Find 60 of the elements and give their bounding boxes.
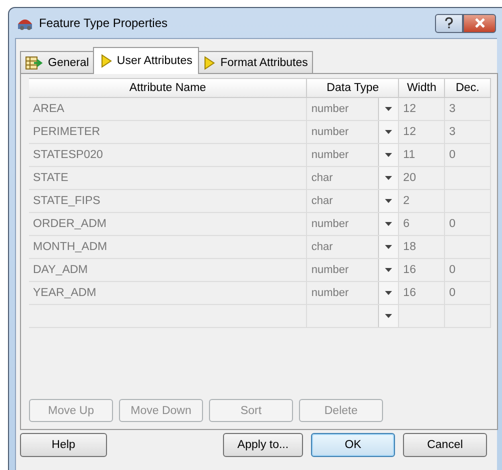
table-cell: 12 xyxy=(399,121,446,143)
table-cell: 3 xyxy=(445,121,491,143)
table-cell: YEAR_ADM xyxy=(29,282,308,304)
table-cell: 0 xyxy=(445,144,491,166)
table-cell: 18 xyxy=(399,236,446,258)
table-cell: AREA xyxy=(29,98,308,120)
column-header[interactable]: Dec. xyxy=(445,78,491,98)
table-cell: 3 xyxy=(445,98,491,120)
table-cell: 20 xyxy=(399,167,446,189)
dropdown-arrow-icon[interactable] xyxy=(385,176,392,180)
table-cell: 16 xyxy=(399,259,446,281)
tab[interactable]: General xyxy=(20,51,94,73)
table-cell: 2 xyxy=(399,190,446,212)
table-cell: 11 xyxy=(399,144,446,166)
dropdown-arrow-icon[interactable] xyxy=(385,268,392,272)
table-cell: STATESP020 xyxy=(29,144,308,166)
dropdown-arrow-icon[interactable] xyxy=(385,199,392,203)
data-type-dropdown[interactable]: char xyxy=(307,167,400,189)
dropdown-arrow-icon[interactable] xyxy=(385,314,392,318)
table-cell: PERIMETER xyxy=(29,121,308,143)
tab[interactable]: User Attributes xyxy=(92,47,200,74)
button[interactable]: Help xyxy=(20,433,107,457)
data-type-dropdown[interactable]: char xyxy=(307,236,400,258)
table-cell: 0 xyxy=(445,259,491,281)
button[interactable]: OK xyxy=(311,433,395,457)
dropdown-arrow-icon[interactable] xyxy=(385,291,392,295)
dropdown-arrow-icon[interactable] xyxy=(385,245,392,249)
data-type-dropdown[interactable]: number xyxy=(307,259,400,281)
table-cell: 0 xyxy=(445,282,491,304)
dropdown-arrow-icon[interactable] xyxy=(385,222,392,226)
dropdown-arrow-icon[interactable] xyxy=(385,107,392,111)
window-title: Feature Type Properties xyxy=(39,16,168,30)
dropdown-arrow-icon[interactable] xyxy=(385,130,392,134)
table-cell: MONTH_ADM xyxy=(29,236,308,258)
table-cell: STATE xyxy=(29,167,308,189)
data-type-dropdown[interactable]: number xyxy=(307,144,400,166)
close-icon xyxy=(474,18,486,28)
button[interactable]: Apply to... xyxy=(223,433,303,457)
table-cell: DAY_ADM xyxy=(29,259,308,281)
column-header[interactable]: Attribute Name xyxy=(29,78,308,98)
column-header[interactable]: Data Type xyxy=(307,78,400,98)
close-button[interactable] xyxy=(463,14,496,32)
data-type-dropdown[interactable]: number xyxy=(307,282,400,304)
column-header[interactable]: Width xyxy=(399,78,446,98)
help-button[interactable] xyxy=(435,14,463,32)
table-cell: 6 xyxy=(399,213,446,235)
data-type-dropdown[interactable]: number xyxy=(307,98,400,120)
tab[interactable]: Format Attributes xyxy=(198,51,313,73)
table-cell: STATE_FIPS xyxy=(29,190,308,212)
table-cell: 12 xyxy=(399,98,446,120)
data-type-dropdown[interactable]: number xyxy=(307,121,400,143)
table-arrow-icon xyxy=(25,56,43,70)
dropdown-arrow-icon[interactable] xyxy=(385,153,392,157)
button[interactable]: Cancel xyxy=(403,433,487,457)
table-cell: 16 xyxy=(399,282,446,304)
table-cell: ORDER_ADM xyxy=(29,213,308,235)
question-mark-icon xyxy=(444,17,454,29)
table-cell: 0 xyxy=(445,213,491,235)
data-type-dropdown[interactable]: number xyxy=(307,213,400,235)
data-type-dropdown[interactable]: char xyxy=(307,190,400,212)
